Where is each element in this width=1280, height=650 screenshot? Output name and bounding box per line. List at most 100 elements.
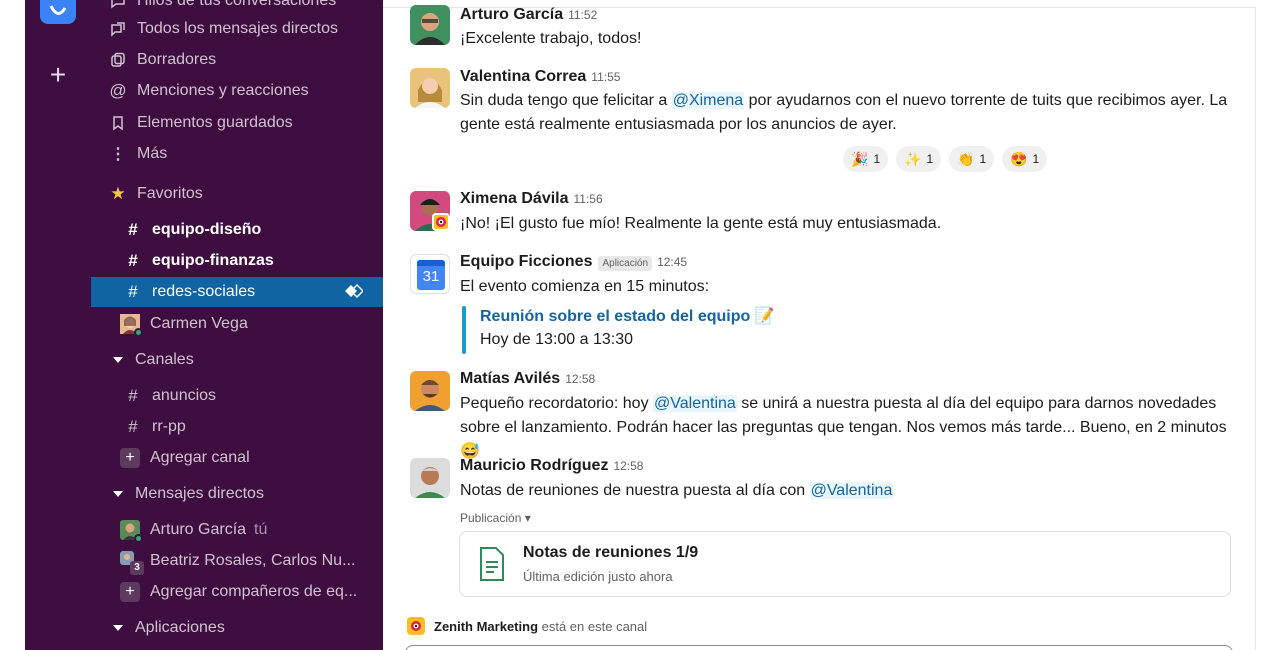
section-apps[interactable]: Aplicaciones: [91, 613, 383, 643]
reaction-count: 1: [979, 152, 987, 166]
channel-redes-sociales[interactable]: # redes-sociales: [91, 277, 383, 307]
reaction-clap[interactable]: 👏 1: [949, 146, 995, 172]
channel-label: equipo-diseño: [152, 221, 262, 238]
attachment-bar: [462, 306, 466, 354]
sender-name[interactable]: Equipo Ficciones: [460, 253, 592, 271]
channel-label: redes-sociales: [152, 283, 256, 300]
event-link[interactable]: Reunión sobre el estado del equipo 📝: [480, 306, 775, 326]
hash-icon: #: [128, 220, 138, 239]
avatar: [120, 314, 143, 337]
avatar[interactable]: [410, 68, 450, 108]
add-workspace-icon[interactable]: +: [43, 60, 73, 90]
channel-anuncios[interactable]: # anuncios: [91, 381, 383, 411]
caret-down-icon: [113, 491, 123, 497]
timestamp[interactable]: 12:45: [657, 255, 687, 269]
bookmark-icon: [108, 113, 128, 133]
workspace-logo-icon[interactable]: [40, 0, 76, 24]
message-text: Pequeño recordatorio: hoy @Valentina se …: [460, 392, 1245, 464]
avatar[interactable]: [410, 191, 450, 231]
caret-down-icon: [113, 625, 123, 631]
dm-group[interactable]: 3 Beatriz Rosales, Carlos Nu...: [91, 546, 383, 576]
hash-icon: #: [128, 282, 138, 301]
message-header: Equipo Ficciones Aplicación 12:45: [460, 253, 687, 271]
avatar[interactable]: [410, 458, 450, 498]
reaction-count: 1: [873, 152, 881, 166]
party-emoji-icon: 🎉: [851, 150, 869, 167]
channel-equipo-diseno[interactable]: # equipo-diseño: [91, 215, 383, 245]
sidebar-item-drafts[interactable]: Borradores: [91, 45, 383, 75]
sidebar-item-saved[interactable]: Elementos guardados: [91, 108, 383, 138]
section-direct-messages[interactable]: Mensajes directos: [91, 479, 383, 509]
drafts-icon: [108, 50, 128, 70]
dm-label: Beatriz Rosales, Carlos Nu...: [150, 552, 356, 569]
text-segment: Pequeño recordatorio: hoy: [460, 395, 654, 412]
message-header: Ximena Dávila 11:56: [460, 190, 603, 208]
message-pane: Arturo García 11:52 ¡Excelente trabajo, …: [383, 0, 1256, 650]
channel-equipo-finanzas[interactable]: # equipo-finanzas: [91, 246, 383, 276]
dm-carmen-vega[interactable]: Carmen Vega: [91, 309, 383, 339]
reaction-heart-eyes[interactable]: 😍 1: [1002, 146, 1048, 172]
add-channel-label: Agregar canal: [150, 449, 250, 466]
avatar[interactable]: [410, 5, 450, 45]
sidebar-item-label: Menciones y reacciones: [137, 82, 309, 99]
message-text: Sin duda tengo que felicitar a @Ximena p…: [460, 89, 1245, 137]
more-icon: ⋮: [110, 146, 126, 163]
message-header: Valentina Correa 11:55: [460, 68, 620, 86]
timestamp[interactable]: 12:58: [565, 372, 595, 386]
message-composer[interactable]: [405, 645, 1233, 650]
timestamp[interactable]: 11:55: [591, 70, 620, 84]
channel-label: rr-pp: [152, 418, 186, 435]
add-teammates-button[interactable]: + Agregar compañeros de eq...: [91, 577, 383, 607]
user-mention[interactable]: @Valentina: [809, 482, 894, 499]
dm-icon: [108, 19, 128, 39]
dm-arturo-garcia[interactable]: Arturo García tú: [91, 515, 383, 545]
star-icon: ★: [110, 184, 126, 203]
hash-icon: #: [128, 386, 138, 405]
thread-icon: [108, 0, 128, 11]
section-header-label: Canales: [135, 351, 194, 368]
sidebar-item-more[interactable]: ⋮ Más: [91, 139, 383, 169]
sidebar-item-label: Borradores: [137, 51, 217, 68]
reaction-sparkles[interactable]: ✨ 1: [896, 146, 942, 172]
message-text: El evento comienza en 15 minutos:: [460, 278, 710, 295]
text-segment: Sin duda tengo que felicitar a: [460, 92, 672, 109]
sparkles-emoji-icon: ✨: [904, 150, 922, 167]
reaction-count: 1: [926, 152, 934, 166]
add-channel-button[interactable]: + Agregar canal: [91, 443, 383, 473]
post-dropdown[interactable]: Publicación ▾: [460, 511, 531, 525]
hash-icon: #: [128, 417, 138, 436]
calendar-day: 31: [422, 268, 440, 285]
heart-eyes-emoji-icon: 😍: [1010, 150, 1028, 167]
file-card[interactable]: Notas de reuniones 1/9 Última edición ju…: [459, 531, 1231, 597]
dm-label: Arturo García: [150, 521, 247, 538]
app-overlay-icon: [432, 213, 450, 231]
at-icon: @: [109, 81, 127, 100]
timestamp[interactable]: 12:58: [613, 459, 643, 473]
app-name[interactable]: Zenith Marketing: [434, 619, 538, 634]
shared-channel-icon: [343, 283, 365, 304]
section-header-label: Aplicaciones: [135, 619, 225, 636]
section-favorites[interactable]: ★ Favoritos: [91, 179, 383, 209]
clap-emoji-icon: 👏: [957, 150, 975, 167]
sender-name[interactable]: Matías Avilés: [460, 370, 560, 388]
reaction-party[interactable]: 🎉 1: [843, 146, 889, 172]
sidebar-item-label: Todos los mensajes directos: [137, 20, 338, 37]
timestamp[interactable]: 11:52: [568, 8, 597, 22]
sender-name[interactable]: Valentina Correa: [460, 68, 586, 86]
sender-name[interactable]: Ximena Dávila: [460, 190, 569, 208]
avatar[interactable]: [410, 371, 450, 411]
user-mention[interactable]: @Valentina: [653, 395, 737, 412]
sidebar-item-mentions[interactable]: @ Menciones y reacciones: [91, 76, 383, 106]
user-mention[interactable]: @Ximena: [671, 92, 745, 109]
message-text: Notas de reuniones de nuestra puesta al …: [460, 479, 1245, 503]
channel-rr-pp[interactable]: # rr-pp: [91, 412, 383, 442]
channel-member-note: Zenith Marketing está en este canal: [407, 617, 647, 635]
sender-name[interactable]: Arturo García: [460, 6, 563, 24]
channel-label: equipo-finanzas: [152, 252, 274, 269]
sender-name[interactable]: Mauricio Rodríguez: [460, 457, 608, 475]
sidebar-item-all-dms[interactable]: Todos los mensajes directos: [91, 14, 383, 44]
avatar: [120, 520, 143, 543]
calendar-app-icon[interactable]: 31: [410, 254, 450, 294]
section-channels[interactable]: Canales: [91, 345, 383, 375]
timestamp[interactable]: 11:56: [574, 192, 603, 206]
